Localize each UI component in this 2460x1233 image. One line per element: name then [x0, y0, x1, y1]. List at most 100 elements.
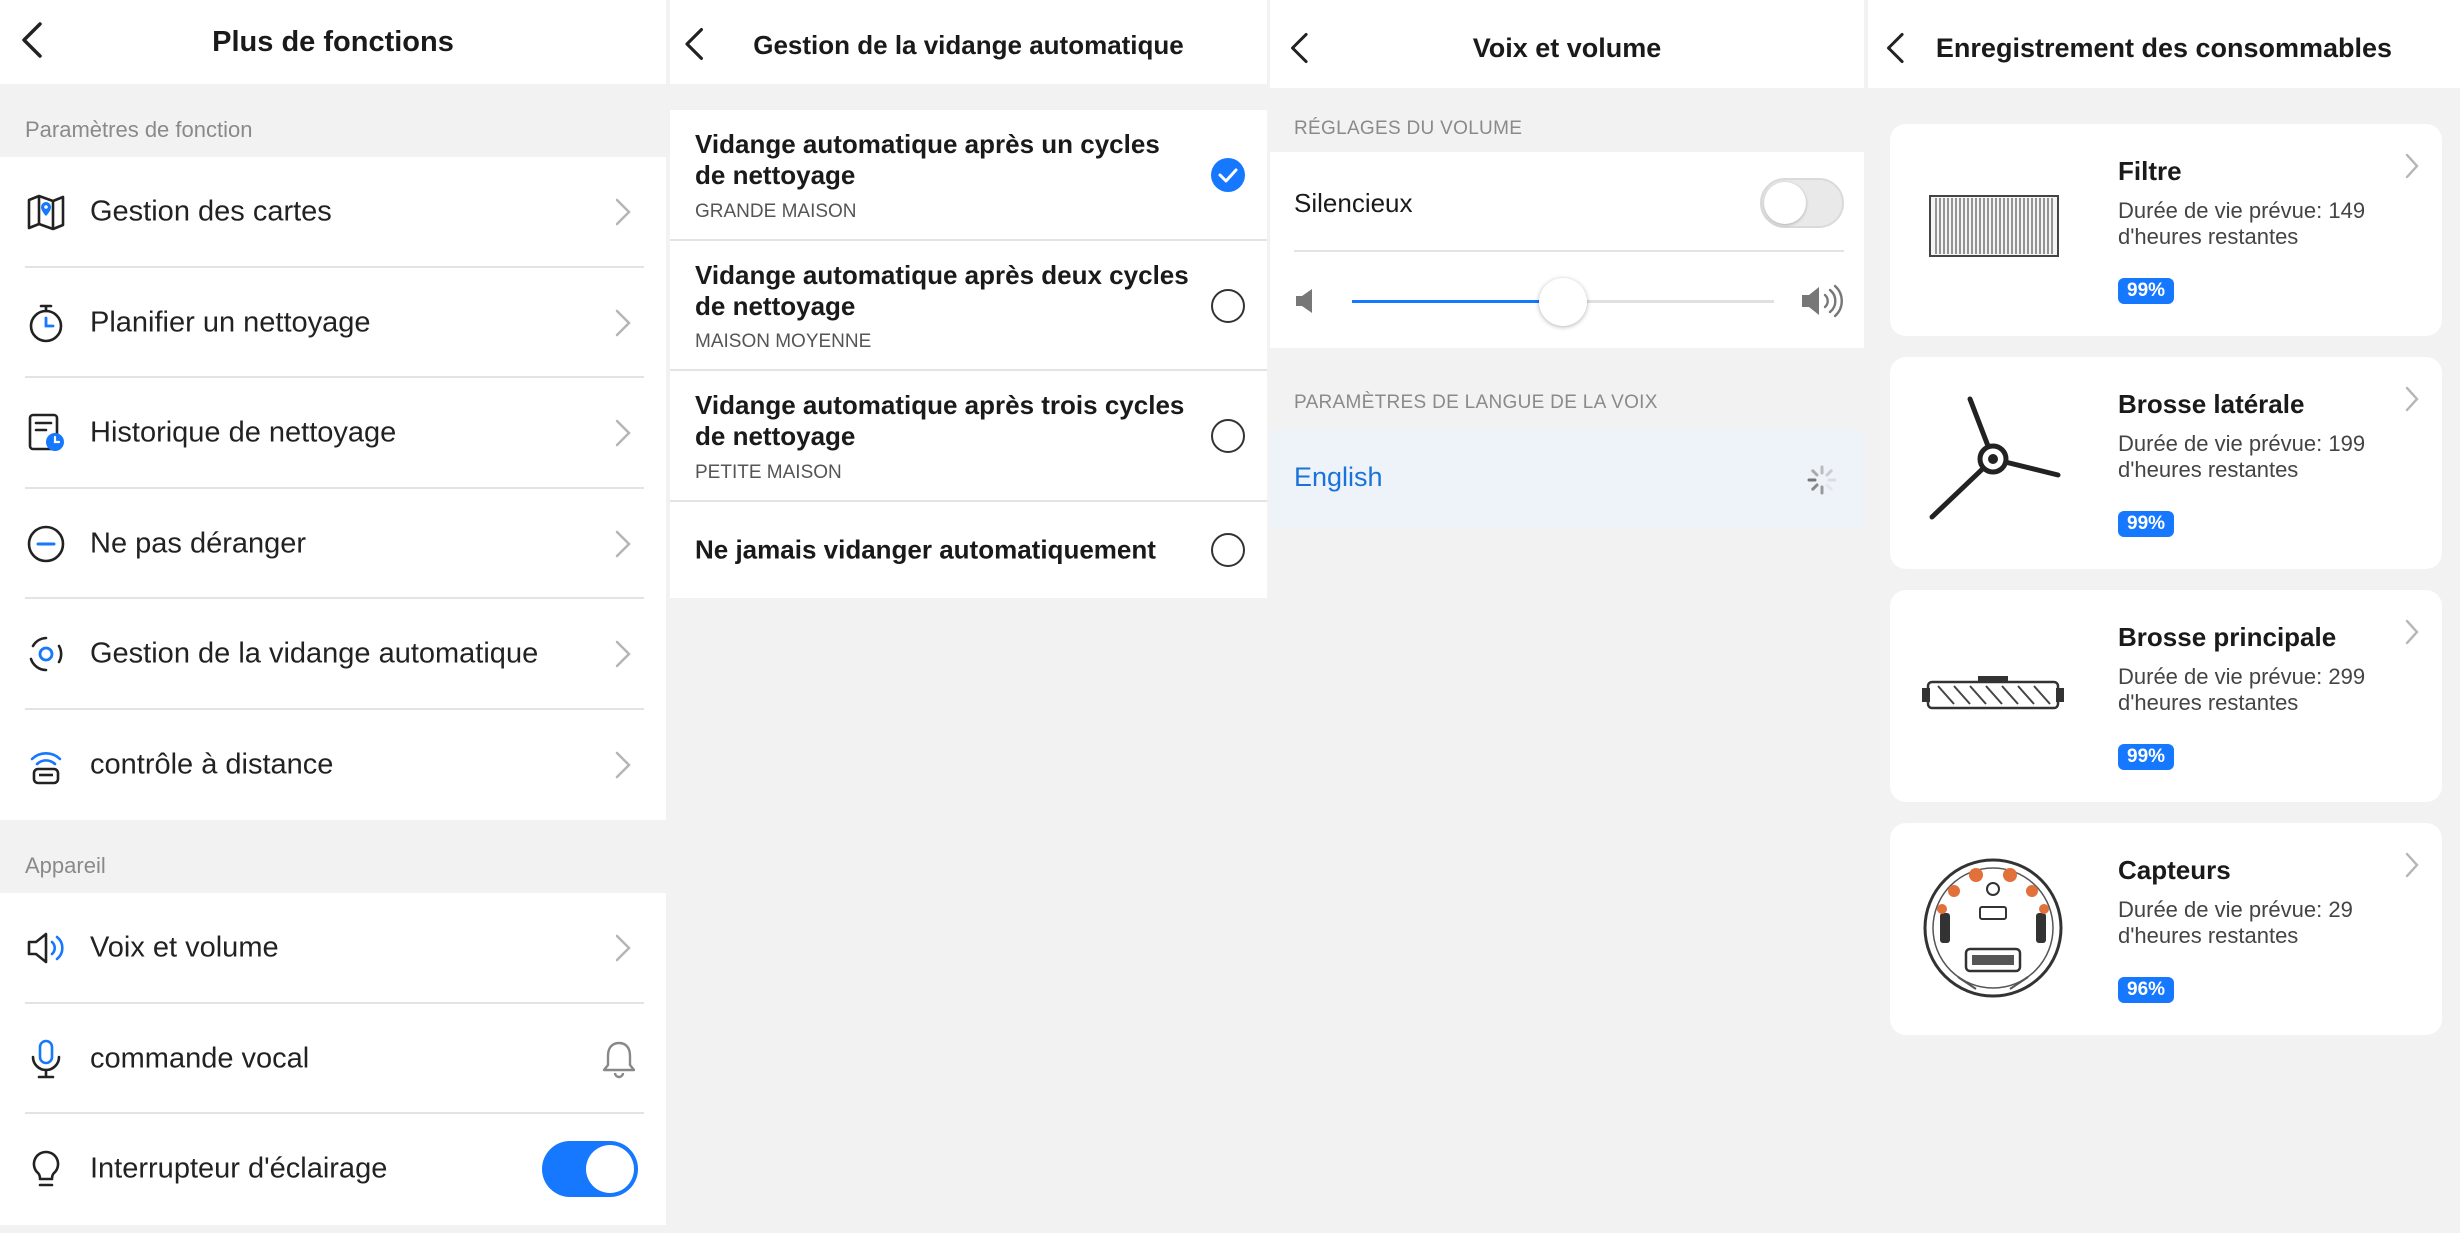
checkmark-icon [1218, 168, 1238, 183]
language-option-english[interactable]: English [1270, 430, 1864, 528]
page-title: Voix et volume [1472, 33, 1662, 63]
menu-item-auto-empty-management[interactable]: Gestion de la vidange automatique [0, 599, 666, 710]
remaining-percent-badge: 99% [2118, 744, 2175, 770]
radio-unchecked[interactable] [1211, 288, 1245, 323]
option-two-cycles[interactable]: Vidange automatique après deux cycles de… [670, 241, 1267, 371]
section-header-voice-language: PARAMÈTRES DE LANGUE DE LA VOIX [1294, 392, 1658, 413]
toggle-knob [586, 1145, 634, 1194]
option-one-cycle[interactable]: Vidange automatique après un cycles de n… [670, 110, 1267, 241]
voice-volume-panel: Voix et volume RÉGLAGES DU VOLUME Silenc… [1270, 0, 1864, 1233]
auto-empty-icon [24, 632, 68, 676]
chevron-right-icon [614, 308, 632, 338]
option-title: Ne jamais vidanger automatiquement [695, 534, 1156, 564]
menu-item-label: contrôle à distance [90, 748, 334, 781]
chevron-right-icon [614, 933, 632, 963]
section-header-function-settings: Paramètres de fonction [25, 117, 253, 142]
menu-item-voice-and-volume[interactable]: Voix et volume [0, 893, 666, 1004]
menu-item-label: commande vocal [90, 1042, 310, 1075]
top-bar: Voix et volume [1270, 0, 1864, 88]
chevron-right-icon [2404, 385, 2420, 413]
auto-empty-panel: Gestion de la vidange automatique Vidang… [670, 0, 1267, 1233]
menu-item-label: Historique de nettoyage [90, 416, 397, 449]
main-brush-image [1918, 620, 2068, 770]
top-bar: Enregistrement des consommables [1868, 0, 2460, 88]
remaining-percent-badge: 99% [2118, 278, 2175, 304]
do-not-disturb-icon [24, 522, 68, 566]
filter-image [1918, 154, 2068, 304]
consumable-lifetime: Durée de vie prévue: 299 d'heures restan… [2118, 664, 2366, 715]
speaker-icon [24, 926, 68, 970]
consumable-name: Capteurs [2118, 855, 2231, 885]
option-subtitle: PETITE MAISON [695, 461, 842, 483]
volume-slider-thumb[interactable] [1539, 278, 1587, 326]
chevron-right-icon [614, 197, 632, 227]
radio-unchecked[interactable] [1211, 419, 1245, 454]
function-settings-list: Gestion des cartes Planifier un nettoyag… [0, 157, 666, 820]
chevron-right-icon [614, 529, 632, 559]
consumable-name: Filtre [2118, 156, 2182, 186]
consumable-card-side-brush[interactable]: Brosse latérale Durée de vie prévue: 199… [1890, 357, 2442, 569]
radio-unchecked[interactable] [1211, 532, 1245, 567]
menu-item-light-switch: Interrupteur d'éclairage [0, 1114, 666, 1225]
consumable-name: Brosse latérale [2118, 389, 2305, 419]
menu-item-cleaning-history[interactable]: Historique de nettoyage [0, 378, 666, 489]
bulb-icon [24, 1147, 68, 1191]
section-header-device: Appareil [25, 853, 106, 878]
consumable-card-filter[interactable]: Filtre Durée de vie prévue: 149 d'heures… [1890, 124, 2442, 336]
map-icon [24, 190, 68, 234]
consumables-panel: Enregistrement des consommables Filtre D… [1868, 0, 2460, 1233]
chevron-right-icon [2404, 152, 2420, 180]
volume-low-icon [1296, 289, 1312, 313]
option-never[interactable]: Ne jamais vidanger automatiquement [670, 502, 1267, 598]
remaining-percent-badge: 99% [2118, 511, 2175, 537]
radio-checked[interactable] [1211, 158, 1245, 193]
page-title: Gestion de la vidange automatique [753, 30, 1184, 60]
language-label: English [1294, 462, 1383, 492]
option-title: Vidange automatique après trois cycles d… [695, 390, 1185, 451]
menu-item-label: Gestion des cartes [90, 195, 332, 228]
menu-item-label: Planifier un nettoyage [90, 306, 371, 339]
menu-item-do-not-disturb[interactable]: Ne pas déranger [0, 489, 666, 599]
menu-item-map-management[interactable]: Gestion des cartes [0, 157, 666, 268]
volume-high-icon [1802, 284, 1843, 318]
timer-icon [24, 301, 68, 345]
sensors-image [1918, 853, 2068, 1003]
section-header-volume: RÉGLAGES DU VOLUME [1294, 118, 1523, 139]
consumable-lifetime: Durée de vie prévue: 29 d'heures restant… [2118, 897, 2353, 948]
silent-toggle[interactable] [1760, 178, 1844, 228]
light-switch-toggle[interactable] [542, 1141, 638, 1198]
auto-empty-options: Vidange automatique après un cycles de n… [670, 110, 1267, 598]
consumable-card-main-brush[interactable]: Brosse principale Durée de vie prévue: 2… [1890, 590, 2442, 802]
menu-item-remote-control[interactable]: contrôle à distance [0, 710, 666, 821]
microphone-icon [24, 1037, 68, 1081]
volume-slider[interactable] [1352, 278, 1774, 326]
history-icon [24, 411, 68, 455]
page-title: Plus de fonctions [212, 26, 454, 58]
consumable-lifetime: Durée de vie prévue: 199 d'heures restan… [2118, 431, 2366, 482]
silent-label: Silencieux [1294, 188, 1413, 218]
page-title: Enregistrement des consommables [1935, 33, 2393, 63]
loading-spinner-icon [1807, 465, 1837, 495]
volume-slider-fill [1352, 300, 1563, 303]
option-subtitle: MAISON MOYENNE [695, 331, 872, 352]
consumable-lifetime: Durée de vie prévue: 149 d'heures restan… [2118, 198, 2366, 249]
menu-item-schedule-cleaning[interactable]: Planifier un nettoyage [0, 268, 666, 378]
option-subtitle: GRANDE MAISON [695, 200, 857, 222]
remote-control-icon [24, 743, 68, 787]
toggle-knob [1764, 182, 1806, 224]
side-brush-image [1918, 387, 2068, 537]
divider [1294, 250, 1844, 252]
bell-icon[interactable] [600, 1039, 638, 1079]
menu-item-label: Interrupteur d'éclairage [90, 1152, 388, 1185]
consumable-card-sensors[interactable]: Capteurs Durée de vie prévue: 29 d'heure… [1890, 823, 2442, 1035]
option-title: Vidange automatique après deux cycles de… [695, 259, 1189, 321]
menu-item-label: Gestion de la vidange automatique [90, 637, 539, 670]
option-three-cycles[interactable]: Vidange automatique après trois cycles d… [670, 371, 1267, 502]
chevron-right-icon [2404, 851, 2420, 879]
top-bar: Gestion de la vidange automatique [670, 0, 1267, 84]
chevron-right-icon [2404, 618, 2420, 646]
volume-settings: Silencieux [1270, 152, 1864, 348]
menu-item-voice-command[interactable]: commande vocal [0, 1004, 666, 1114]
remaining-percent-badge: 96% [2118, 977, 2175, 1003]
consumable-name: Brosse principale [2118, 622, 2337, 652]
